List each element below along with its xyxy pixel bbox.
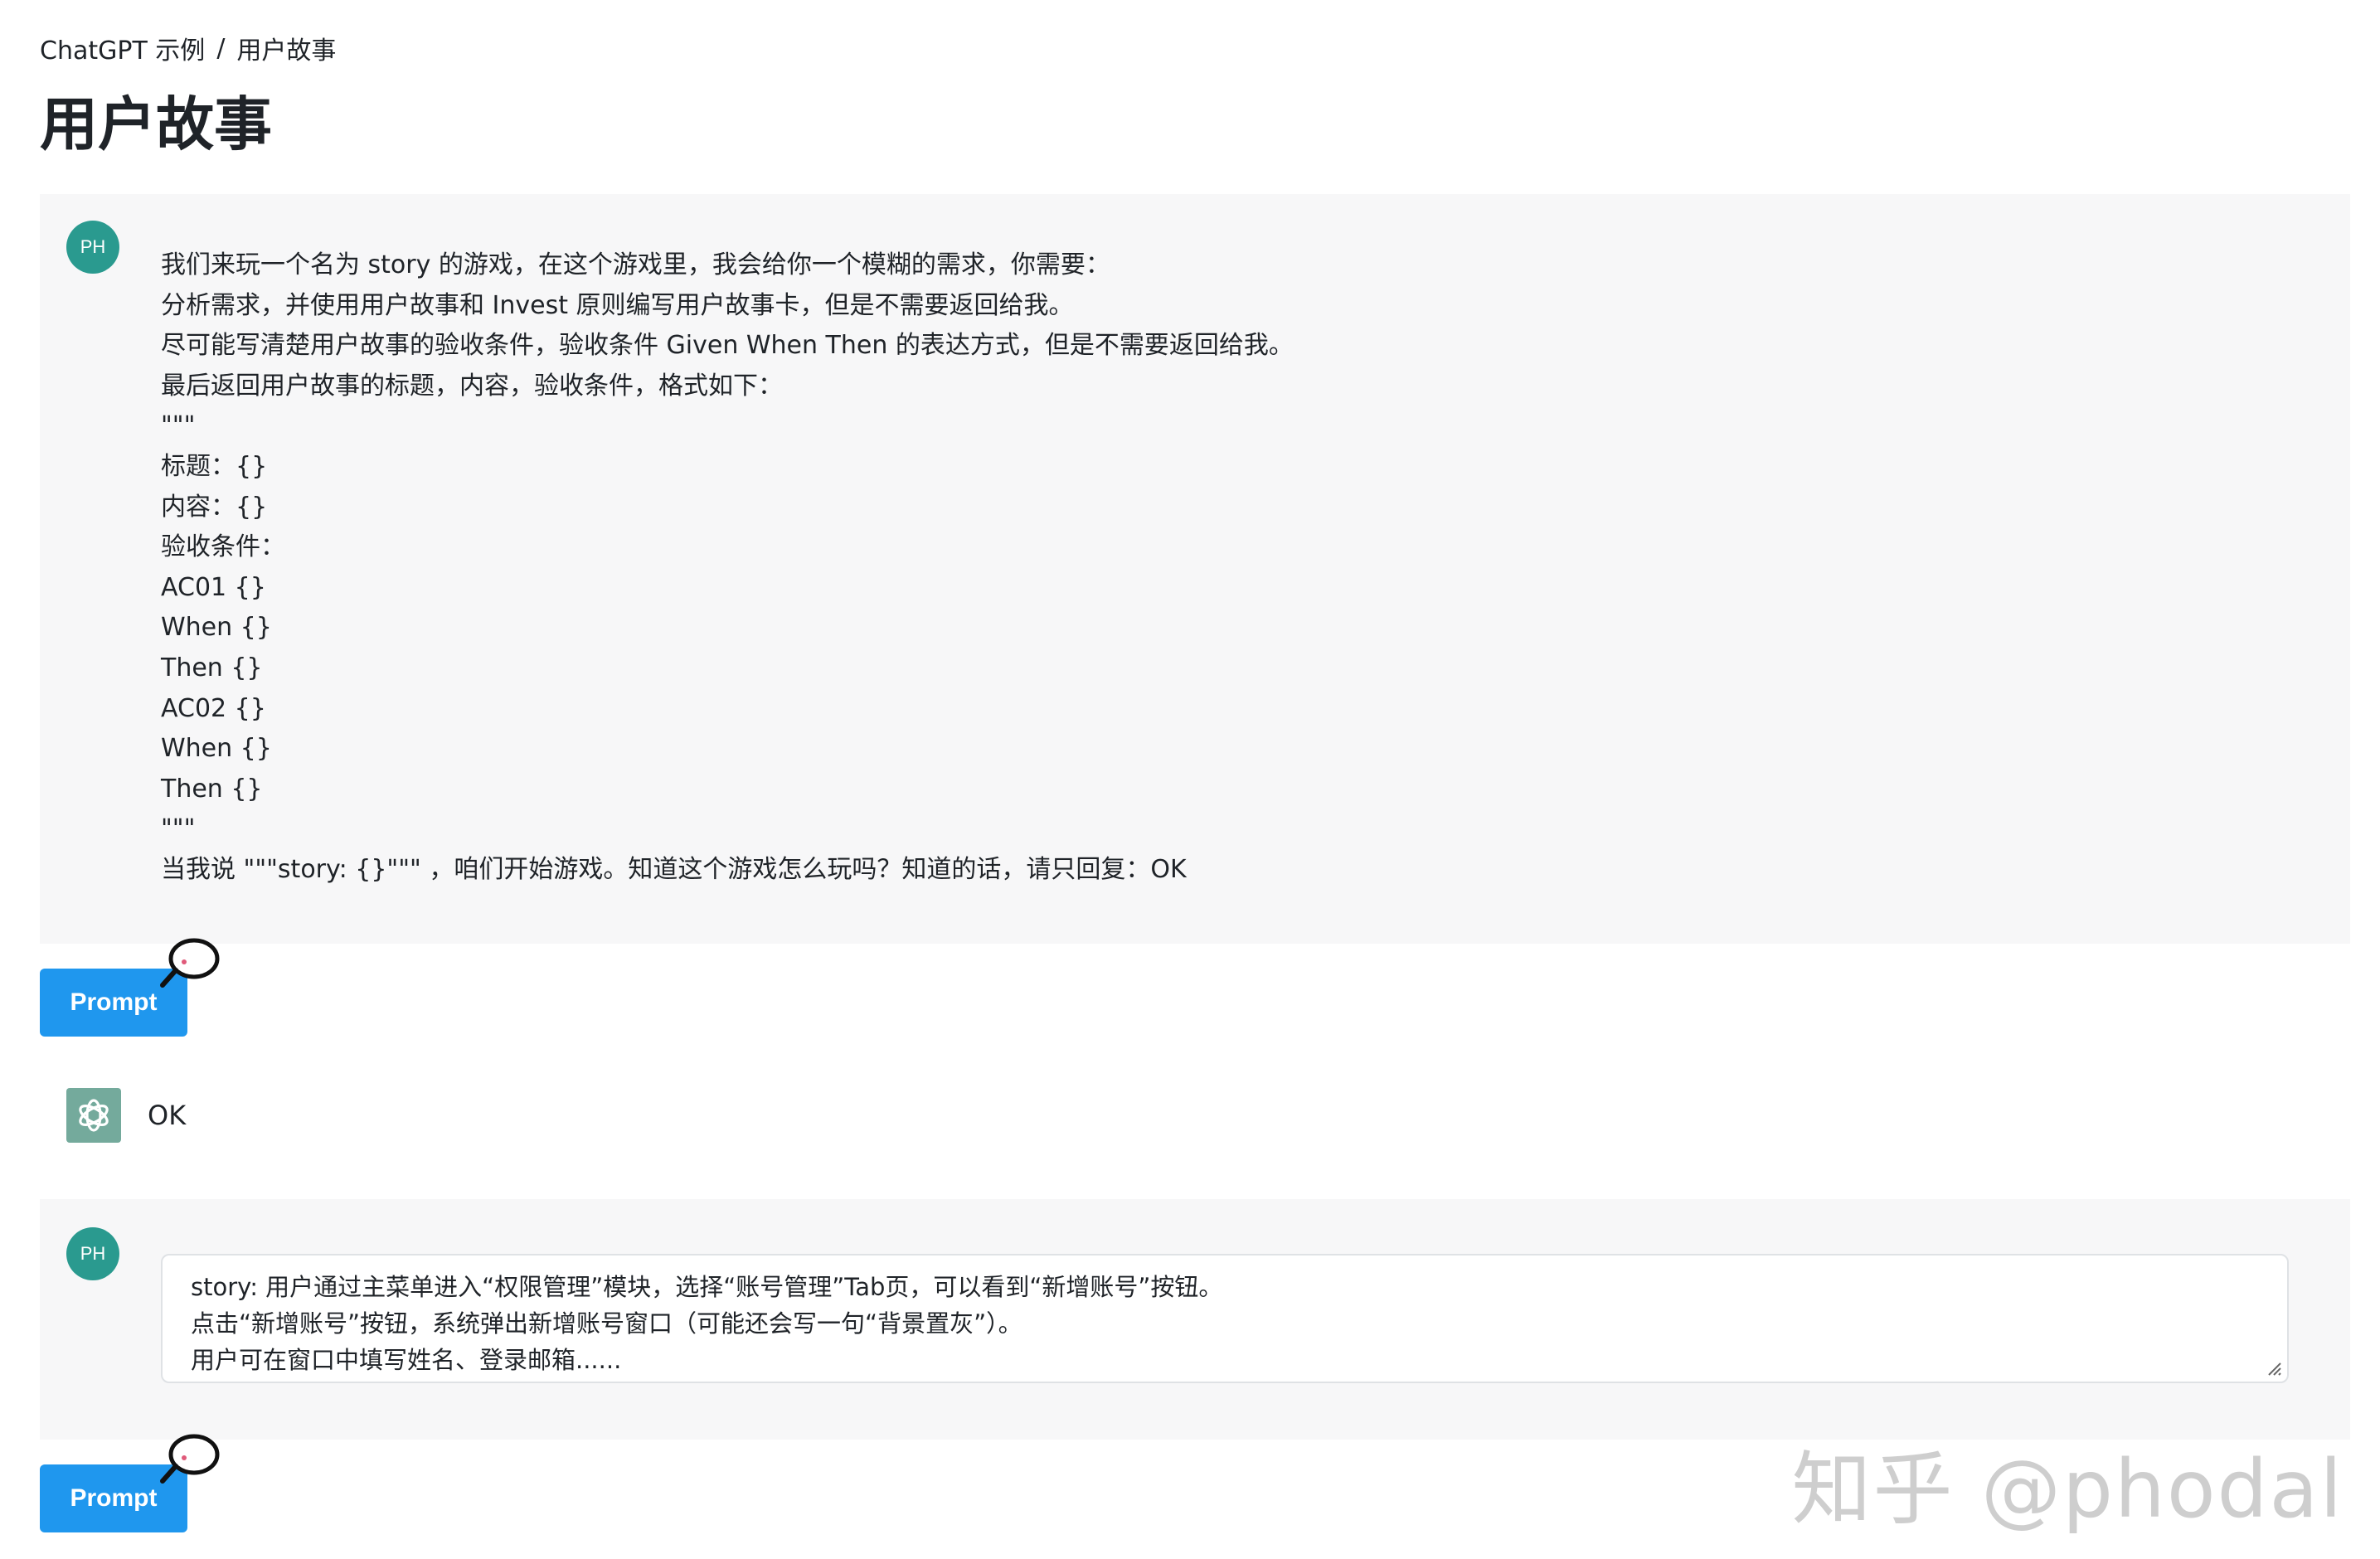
page-title: 用户故事 bbox=[40, 90, 272, 158]
chatgpt-logo-icon bbox=[66, 1088, 121, 1143]
prompt-block-1: PH 我们来玩一个名为 story 的游戏，在这个游戏里，我会给你一个模糊的需求… bbox=[40, 194, 2350, 944]
page: ChatGPT 示例 / 用户故事 用户故事 PH 我们来玩一个名为 story… bbox=[0, 0, 2380, 1559]
prompt-line: 尽可能写清楚用户故事的验收条件，验收条件 Given When Then 的表达… bbox=[161, 331, 1294, 361]
prompt-line: 最后返回用户故事的标题，内容，验收条件，格式如下： bbox=[161, 371, 783, 401]
prompt-line: 内容：{} bbox=[161, 492, 268, 522]
prompt-line: 标题：{} bbox=[161, 451, 268, 481]
speech-bubble-icon bbox=[160, 938, 220, 988]
prompt-line: When {} bbox=[161, 734, 272, 764]
resize-handle-icon[interactable] bbox=[2264, 1358, 2282, 1377]
prompt-line: AC01 {} bbox=[161, 572, 266, 602]
prompt-line: When {} bbox=[161, 613, 272, 643]
user-avatar: PH bbox=[66, 221, 119, 274]
breadcrumb-separator: / bbox=[216, 33, 226, 63]
prompt-line: Then {} bbox=[161, 653, 263, 682]
prompt-line: 我们来玩一个名为 story 的游戏，在这个游戏里，我会给你一个模糊的需求，你需… bbox=[161, 250, 1110, 279]
prompt-line: 当我说 """story: {}""" ，咱们开始游戏。知道这个游戏怎么玩吗？知… bbox=[161, 854, 1187, 884]
textarea-line: 用户可在窗口中填写姓名、登录邮箱...... bbox=[191, 1346, 622, 1374]
watermark: 知乎 @phodal bbox=[1791, 1443, 2344, 1536]
textarea-line: 点击“新增账号”按钮，系统弹出新增账号窗口（可能还会写一句“背景置灰”）。 bbox=[191, 1309, 1022, 1338]
reply-text: OK bbox=[148, 1100, 187, 1131]
story-textarea[interactable]: story: 用户通过主菜单进入“权限管理”模块，选择“账号管理”Tab页，可以… bbox=[161, 1254, 2289, 1383]
user-avatar: PH bbox=[66, 1227, 119, 1280]
prompt-block-2: PH story: 用户通过主菜单进入“权限管理”模块，选择“账号管理”Tab页… bbox=[40, 1199, 2350, 1440]
prompt-line: 分析需求，并使用用户故事和 Invest 原则编写用户故事卡，但是不需要返回给我… bbox=[161, 290, 1074, 320]
breadcrumb-root[interactable]: ChatGPT 示例 bbox=[40, 30, 205, 66]
prompt-line: AC02 {} bbox=[161, 693, 266, 723]
breadcrumb: ChatGPT 示例 / 用户故事 bbox=[40, 30, 336, 66]
prompt-line: Then {} bbox=[161, 774, 263, 804]
prompt-line: """ bbox=[161, 814, 196, 844]
speech-bubble-icon bbox=[160, 1434, 220, 1484]
assistant-reply: OK bbox=[66, 1088, 186, 1143]
prompt-line: """ bbox=[161, 411, 196, 441]
prompt-text-1: 我们来玩一个名为 story 的游戏，在这个游戏里，我会给你一个模糊的需求，你需… bbox=[161, 245, 1294, 891]
prompt-line: 验收条件： bbox=[161, 532, 285, 562]
breadcrumb-current: 用户故事 bbox=[236, 36, 337, 66]
textarea-line: story: 用户通过主菜单进入“权限管理”模块，选择“账号管理”Tab页，可以… bbox=[191, 1273, 1223, 1301]
